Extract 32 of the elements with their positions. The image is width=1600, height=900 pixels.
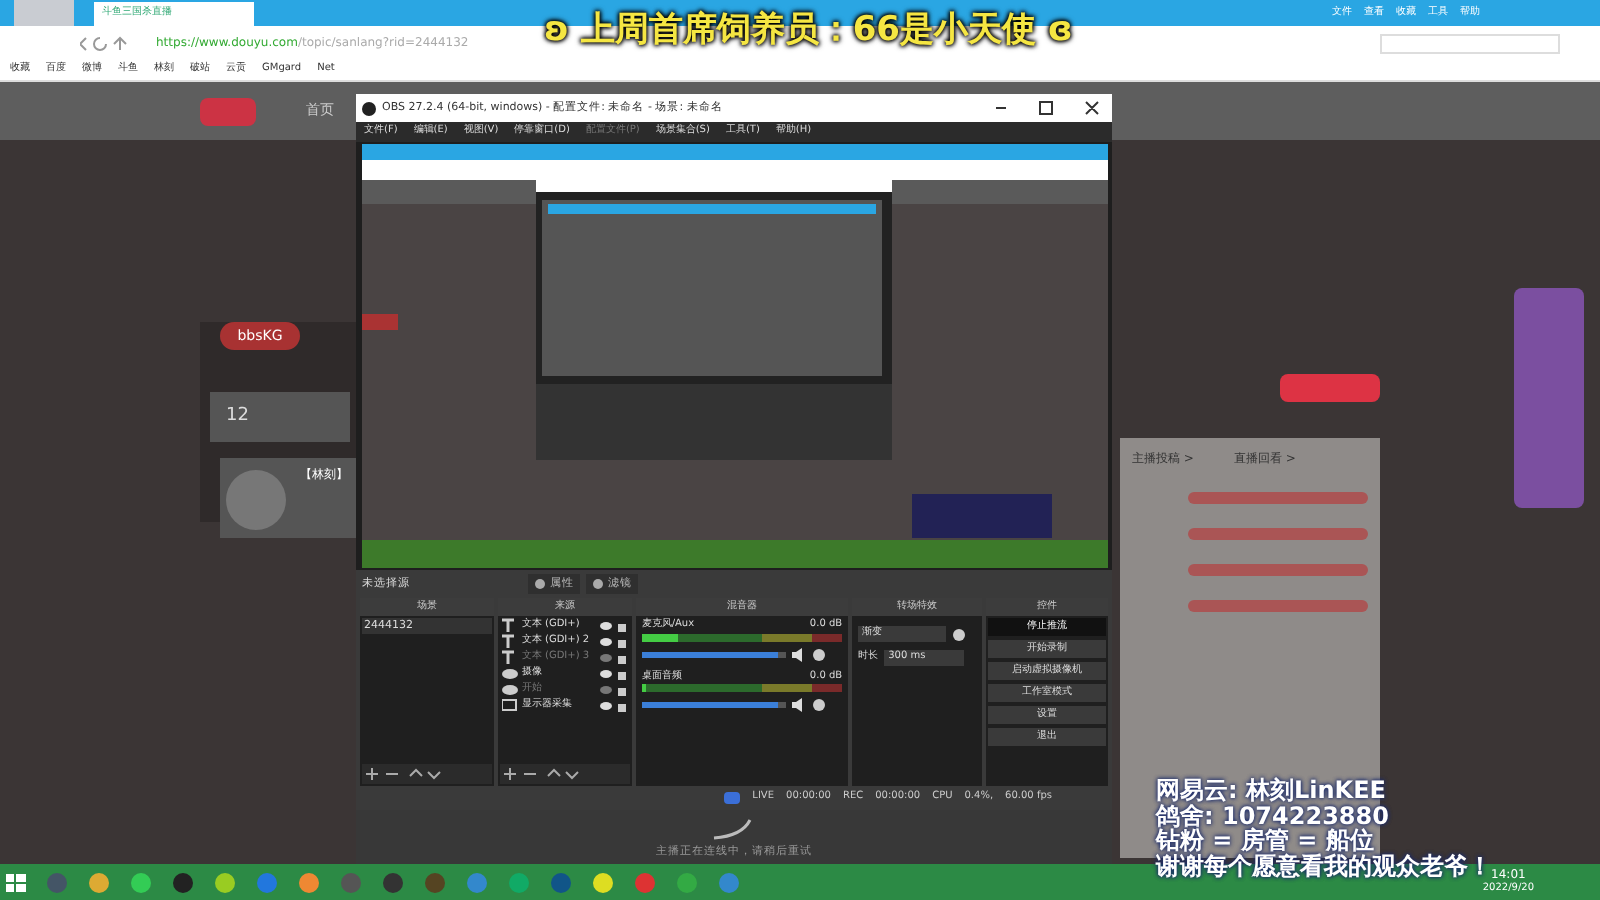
app-icon[interactable] <box>382 871 404 893</box>
app-icon[interactable] <box>130 871 152 893</box>
volume-slider[interactable] <box>641 702 786 708</box>
windows-start-icon[interactable] <box>6 872 26 892</box>
volume-slider[interactable] <box>641 651 786 657</box>
monitor-icon <box>501 698 518 714</box>
app-icon[interactable] <box>592 871 614 893</box>
app-icon[interactable] <box>550 871 572 893</box>
app-icon[interactable] <box>214 871 236 893</box>
app-logo-icon <box>362 101 376 115</box>
visibility-lock-icon[interactable] <box>599 700 628 712</box>
caption-line: 谢谢每个愿意看我的观众老爷！ <box>1156 853 1492 878</box>
speaker-icon[interactable] <box>791 647 806 661</box>
client-banner <box>1280 374 1380 402</box>
thumbnail <box>14 0 74 26</box>
app-icon[interactable] <box>298 871 320 893</box>
app-icon[interactable] <box>424 871 446 893</box>
app-icon[interactable] <box>340 871 362 893</box>
live-icon <box>724 792 741 804</box>
scene-toolbar-icons[interactable] <box>366 768 446 780</box>
visibility-lock-icon[interactable] <box>599 620 628 632</box>
speaker-icon[interactable] <box>791 698 806 712</box>
site-logo <box>200 97 256 125</box>
visibility-lock-icon[interactable] <box>599 636 628 648</box>
app-icon[interactable] <box>88 871 110 893</box>
app-icon[interactable] <box>172 871 194 893</box>
search-field[interactable] <box>1380 33 1560 53</box>
source-toolbar-icons[interactable] <box>503 768 584 780</box>
caption-line: 钻粉 = 房管 = 船位 <box>1156 828 1376 853</box>
follow-count: 12 <box>226 403 249 430</box>
app-icon[interactable] <box>46 871 68 893</box>
visibility-lock-icon[interactable] <box>599 668 628 680</box>
